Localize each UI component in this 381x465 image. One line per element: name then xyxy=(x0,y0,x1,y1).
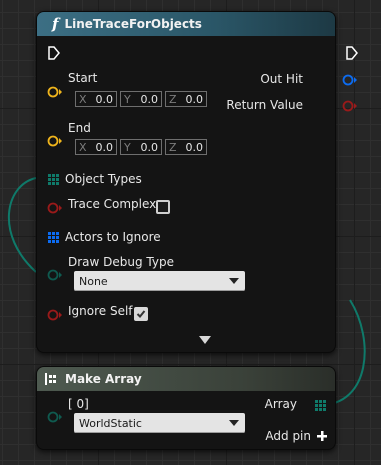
end-label: End xyxy=(68,121,91,135)
end-y-field[interactable]: Y 0.0 xyxy=(120,139,162,155)
draw-debug-type-row: Draw Debug Type xyxy=(68,255,174,269)
element-row: [ 0] xyxy=(68,397,89,411)
node-header[interactable]: f LineTraceForObjects xyxy=(37,12,335,36)
add-pin-label: Add pin xyxy=(265,429,311,443)
make-array-icon xyxy=(45,373,56,385)
start-pin-icon[interactable] xyxy=(47,86,63,98)
ignore-self-row: Ignore Self xyxy=(68,304,133,318)
out-hit-pin-icon[interactable] xyxy=(342,74,358,86)
return-value-row: Return Value xyxy=(226,98,303,112)
trace-complex-pin-icon[interactable] xyxy=(47,202,63,214)
exec-in-pin-icon[interactable] xyxy=(48,46,60,60)
actors-to-ignore-label: Actors to Ignore xyxy=(65,230,161,244)
object-types-row: Object Types xyxy=(48,172,142,186)
actors-to-ignore-row: Actors to Ignore xyxy=(48,230,161,244)
element-value-dropdown[interactable]: WorldStatic xyxy=(74,413,245,433)
draw-debug-type-dropdown[interactable]: None xyxy=(74,271,245,291)
function-icon: f xyxy=(52,15,59,33)
check-icon xyxy=(136,310,146,318)
make-array-node[interactable]: Make Array [ 0] WorldStatic Array Add pi… xyxy=(36,366,336,450)
node-header[interactable]: Make Array xyxy=(37,367,335,391)
start-label-row: Start xyxy=(68,71,97,85)
draw-debug-type-label: Draw Debug Type xyxy=(68,255,174,269)
ignore-self-checkbox[interactable] xyxy=(134,307,148,321)
array-label: Array xyxy=(264,397,297,411)
element-value: WorldStatic xyxy=(79,416,142,430)
array-output-row: Array xyxy=(265,397,297,411)
node-title: Make Array xyxy=(65,372,142,386)
trace-complex-row: Trace Complex xyxy=(68,197,156,211)
out-hit-label: Out Hit xyxy=(260,72,303,86)
start-y-field[interactable]: Y 0.0 xyxy=(120,91,162,107)
out-hit-row: Out Hit xyxy=(260,72,303,86)
end-pin-icon[interactable] xyxy=(47,135,63,147)
array-pin-icon[interactable] xyxy=(48,231,59,243)
draw-debug-type-pin-icon[interactable] xyxy=(47,269,63,281)
expand-advanced-icon[interactable] xyxy=(199,336,211,344)
ignore-self-label: Ignore Self xyxy=(68,304,133,318)
ignore-self-pin-icon[interactable] xyxy=(47,309,63,321)
element-index-label: [ 0] xyxy=(68,397,89,411)
start-vector-input[interactable]: X 0.0 Y 0.0 Z 0.0 xyxy=(75,91,207,107)
array-pin-icon[interactable] xyxy=(48,173,59,185)
exec-out-pin-icon[interactable] xyxy=(346,46,358,60)
array-wire-incoming[interactable] xyxy=(8,177,37,273)
end-label-row: End xyxy=(68,121,91,135)
start-x-field[interactable]: X 0.0 xyxy=(75,91,117,107)
return-value-pin-icon[interactable] xyxy=(342,100,358,112)
end-z-field[interactable]: Z 0.0 xyxy=(165,139,207,155)
element-pin-icon[interactable] xyxy=(47,411,63,423)
line-trace-for-objects-node[interactable]: f LineTraceForObjects Start X 0.0 Y 0.0 Z0… xyxy=(36,11,358,353)
chevron-down-icon xyxy=(229,420,239,426)
end-x-field[interactable]: X 0.0 xyxy=(75,139,117,155)
draw-debug-type-value: None xyxy=(79,274,108,288)
chevron-down-icon xyxy=(229,278,239,284)
add-pin-button[interactable]: Add pin xyxy=(265,429,327,443)
return-value-label: Return Value xyxy=(226,98,303,112)
plus-icon xyxy=(317,431,327,441)
trace-complex-checkbox[interactable] xyxy=(156,200,170,214)
node-title: LineTraceForObjects xyxy=(64,17,202,31)
end-vector-input[interactable]: X 0.0 Y 0.0 Z 0.0 xyxy=(75,139,207,155)
trace-complex-label: Trace Complex xyxy=(68,197,157,211)
start-z-field[interactable]: Z 0.0 xyxy=(165,91,207,107)
start-label: Start xyxy=(68,71,98,85)
object-types-label: Object Types xyxy=(65,172,142,186)
array-output-pin-icon[interactable] xyxy=(315,400,326,411)
